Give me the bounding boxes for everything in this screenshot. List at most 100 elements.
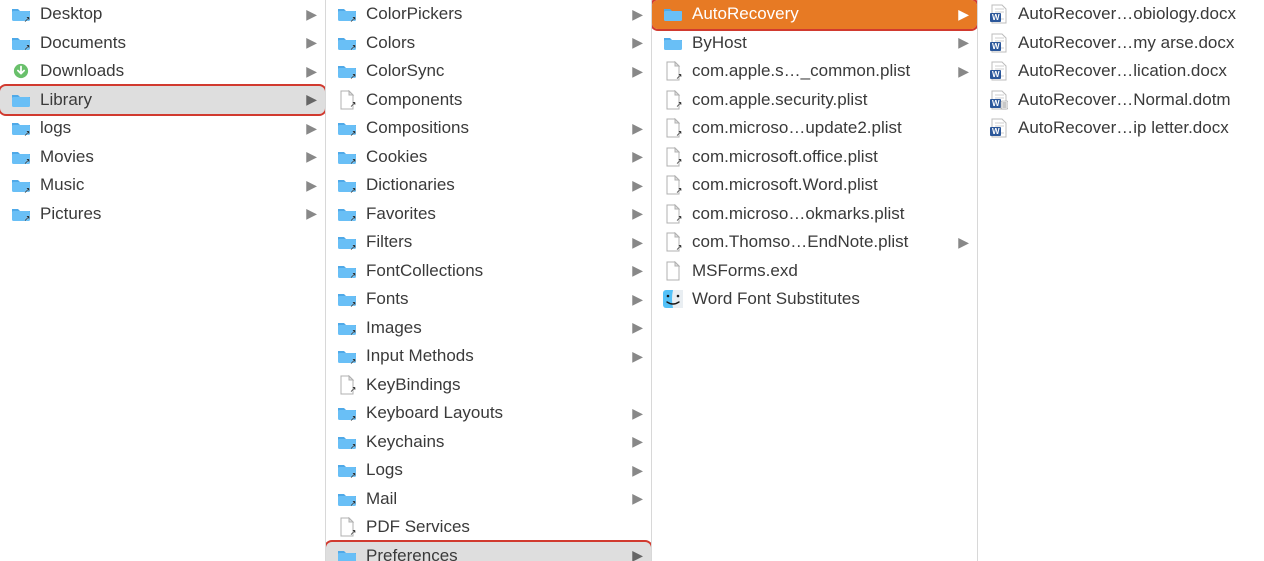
finder-item-music[interactable]: Music▶ bbox=[0, 171, 325, 200]
finder-item-pictures[interactable]: Pictures▶ bbox=[0, 200, 325, 229]
folder-icon bbox=[336, 403, 358, 423]
finder-item-preferences[interactable]: Preferences▶ bbox=[326, 542, 651, 561]
column-1: Desktop▶Documents▶Downloads▶Library▶logs… bbox=[0, 0, 326, 561]
finder-item-colorsync[interactable]: ColorSync▶ bbox=[326, 57, 651, 86]
finder-item-label: Components bbox=[366, 90, 643, 110]
finder-item-com-apple-security-plist[interactable]: com.apple.security.plist bbox=[652, 86, 977, 115]
finder-item-label: Downloads bbox=[40, 61, 300, 81]
chevron-right-icon: ▶ bbox=[300, 148, 317, 165]
finder-item-components[interactable]: Components bbox=[326, 86, 651, 115]
finder-item-label: Library bbox=[40, 90, 300, 110]
finder-item-label: Movies bbox=[40, 147, 300, 167]
finder-item-label: Images bbox=[366, 318, 626, 338]
finder-item-com-microsoft-word-plist[interactable]: com.microsoft.Word.plist bbox=[652, 171, 977, 200]
column-2: ColorPickers▶Colors▶ColorSync▶ Components… bbox=[326, 0, 652, 561]
finder-item-fonts[interactable]: Fonts▶ bbox=[326, 285, 651, 314]
finder-item-label: Dictionaries bbox=[366, 175, 626, 195]
finder-item-library[interactable]: Library▶ bbox=[0, 86, 325, 115]
finder-item-mail[interactable]: Mail▶ bbox=[326, 485, 651, 514]
finder-item-autorecovery[interactable]: AutoRecovery▶ bbox=[652, 0, 977, 29]
finder-item-label: Favorites bbox=[366, 204, 626, 224]
chevron-right-icon: ▶ bbox=[300, 63, 317, 80]
finder-item-autorecover-my-arse-docx[interactable]: AutoRecover…my arse.docx bbox=[978, 29, 1264, 58]
finder-item-label: AutoRecover…lication.docx bbox=[1018, 61, 1256, 81]
chevron-right-icon: ▶ bbox=[626, 177, 643, 194]
chevron-right-icon: ▶ bbox=[952, 6, 969, 23]
finder-item-byhost[interactable]: ByHost▶ bbox=[652, 29, 977, 58]
folder-icon bbox=[336, 289, 358, 309]
finder-item-label: AutoRecover…ip letter.docx bbox=[1018, 118, 1256, 138]
finder-item-autorecover-normal-dotm[interactable]: AutoRecover…Normal.dotm bbox=[978, 86, 1264, 115]
finder-item-com-microso-update2-plist[interactable]: com.microso…update2.plist bbox=[652, 114, 977, 143]
finder-item-pdf-services[interactable]: PDF Services bbox=[326, 513, 651, 542]
finder-item-label: com.apple.s…_common.plist bbox=[692, 61, 952, 81]
folder-icon bbox=[662, 33, 684, 53]
file-icon bbox=[662, 232, 684, 252]
word-doc-icon bbox=[988, 4, 1010, 24]
finder-item-com-microso-okmarks-plist[interactable]: com.microso…okmarks.plist bbox=[652, 200, 977, 229]
finder-item-label: com.microsoft.Word.plist bbox=[692, 175, 969, 195]
folder-icon bbox=[336, 118, 358, 138]
finder-item-autorecover-lication-docx[interactable]: AutoRecover…lication.docx bbox=[978, 57, 1264, 86]
finder-item-fontcollections[interactable]: FontCollections▶ bbox=[326, 257, 651, 286]
finder-item-documents[interactable]: Documents▶ bbox=[0, 29, 325, 58]
finder-item-label: AutoRecover…Normal.dotm bbox=[1018, 90, 1256, 110]
finder-item-com-microsoft-office-plist[interactable]: com.microsoft.office.plist bbox=[652, 143, 977, 172]
finder-item-downloads[interactable]: Downloads▶ bbox=[0, 57, 325, 86]
folder-icon bbox=[662, 4, 684, 24]
finder-item-movies[interactable]: Movies▶ bbox=[0, 143, 325, 172]
finder-item-word-font-substitutes[interactable]: Word Font Substitutes bbox=[652, 285, 977, 314]
finder-item-input-methods[interactable]: Input Methods▶ bbox=[326, 342, 651, 371]
finder-item-filters[interactable]: Filters▶ bbox=[326, 228, 651, 257]
chevron-right-icon: ▶ bbox=[952, 63, 969, 80]
chevron-right-icon: ▶ bbox=[626, 234, 643, 251]
file-icon bbox=[662, 90, 684, 110]
file-icon bbox=[662, 61, 684, 81]
finder-item-favorites[interactable]: Favorites▶ bbox=[326, 200, 651, 229]
finder-item-label: Desktop bbox=[40, 4, 300, 24]
folder-icon bbox=[336, 346, 358, 366]
column-4: AutoRecover…obiology.docxAutoRecover…my … bbox=[978, 0, 1264, 561]
chevron-right-icon: ▶ bbox=[300, 34, 317, 51]
folder-icon bbox=[336, 432, 358, 452]
finder-item-msforms-exd[interactable]: MSForms.exd bbox=[652, 257, 977, 286]
folder-icon bbox=[336, 204, 358, 224]
finder-item-label: com.apple.security.plist bbox=[692, 90, 969, 110]
chevron-right-icon: ▶ bbox=[626, 205, 643, 222]
finder-item-label: Input Methods bbox=[366, 346, 626, 366]
finder-item-colors[interactable]: Colors▶ bbox=[326, 29, 651, 58]
finder-item-images[interactable]: Images▶ bbox=[326, 314, 651, 343]
finder-item-logs[interactable]: logs▶ bbox=[0, 114, 325, 143]
finder-item-label: com.microso…update2.plist bbox=[692, 118, 969, 138]
finder-item-label: Fonts bbox=[366, 289, 626, 309]
finder-item-label: AutoRecovery bbox=[692, 4, 952, 24]
finder-item-logs[interactable]: Logs▶ bbox=[326, 456, 651, 485]
finder-item-autorecover-ip-letter-docx[interactable]: AutoRecover…ip letter.docx bbox=[978, 114, 1264, 143]
finder-item-com-thomso-endnote-plist[interactable]: com.Thomso…EndNote.plist▶ bbox=[652, 228, 977, 257]
chevron-right-icon: ▶ bbox=[626, 490, 643, 507]
chevron-right-icon: ▶ bbox=[300, 120, 317, 137]
finder-item-colorpickers[interactable]: ColorPickers▶ bbox=[326, 0, 651, 29]
folder-icon bbox=[336, 489, 358, 509]
finder-item-desktop[interactable]: Desktop▶ bbox=[0, 0, 325, 29]
finder-item-autorecover-obiology-docx[interactable]: AutoRecover…obiology.docx bbox=[978, 0, 1264, 29]
chevron-right-icon: ▶ bbox=[626, 433, 643, 450]
file-icon bbox=[336, 90, 358, 110]
finder-item-compositions[interactable]: Compositions▶ bbox=[326, 114, 651, 143]
word-template-icon bbox=[988, 90, 1010, 110]
file-icon bbox=[662, 261, 684, 281]
chevron-right-icon: ▶ bbox=[626, 6, 643, 23]
finder-item-label: Mail bbox=[366, 489, 626, 509]
folder-icon bbox=[336, 147, 358, 167]
finder-item-cookies[interactable]: Cookies▶ bbox=[326, 143, 651, 172]
file-icon bbox=[662, 147, 684, 167]
finder-item-keyboard-layouts[interactable]: Keyboard Layouts▶ bbox=[326, 399, 651, 428]
finder-item-com-apple-s-common-plist[interactable]: com.apple.s…_common.plist▶ bbox=[652, 57, 977, 86]
finder-item-keychains[interactable]: Keychains▶ bbox=[326, 428, 651, 457]
chevron-right-icon: ▶ bbox=[626, 34, 643, 51]
chevron-right-icon: ▶ bbox=[626, 262, 643, 279]
finder-item-keybindings[interactable]: KeyBindings bbox=[326, 371, 651, 400]
folder-icon bbox=[336, 175, 358, 195]
file-icon bbox=[336, 517, 358, 537]
finder-item-dictionaries[interactable]: Dictionaries▶ bbox=[326, 171, 651, 200]
